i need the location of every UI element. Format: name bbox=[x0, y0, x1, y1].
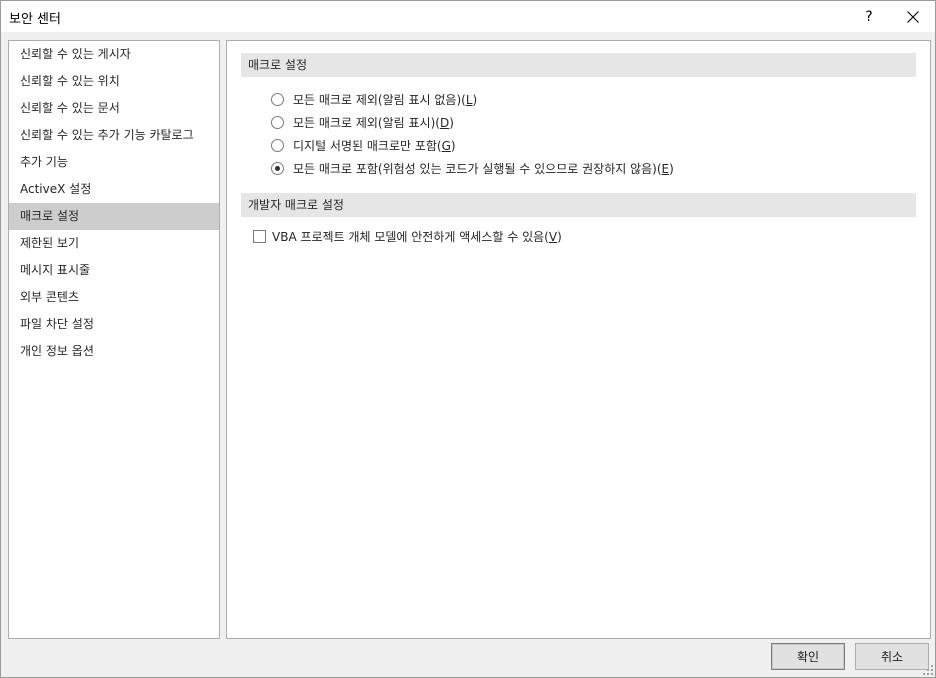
sidebar-item-trusted-documents[interactable]: 신뢰할 수 있는 문서 bbox=[9, 95, 219, 122]
sidebar-item-trusted-addin-catalogs[interactable]: 신뢰할 수 있는 추가 기능 카탈로그 bbox=[9, 122, 219, 149]
sidebar-item-protected-view[interactable]: 제한된 보기 bbox=[9, 230, 219, 257]
radio-button[interactable] bbox=[271, 115, 284, 129]
option-label: 모든 매크로 포함(위험성 있는 코드가 실행될 수 있으므로 권장하지 않음)… bbox=[293, 161, 674, 176]
vba-access-checkbox-row[interactable]: VBA 프로젝트 개체 모델에 안전하게 액세스할 수 있음(V) bbox=[253, 226, 562, 246]
sidebar-item-trusted-locations[interactable]: 신뢰할 수 있는 위치 bbox=[9, 68, 219, 95]
settings-panel: 매크로 설정 모든 매크로 제외(알림 표시 없음)(L) 모든 매크로 제외(… bbox=[226, 40, 931, 639]
option-label: 모든 매크로 제외(알림 표시 없음)(L) bbox=[293, 92, 478, 107]
close-icon bbox=[907, 10, 919, 23]
sidebar-item-addins[interactable]: 추가 기능 bbox=[9, 149, 219, 176]
trust-center-dialog: 보안 센터 ? 신뢰할 수 있는 게시자 신뢰할 수 있는 위치 신뢰할 수 있… bbox=[0, 0, 936, 678]
radio-enable-all-macros[interactable]: 모든 매크로 포함(위험성 있는 코드가 실행될 수 있으므로 권장하지 않음)… bbox=[271, 158, 674, 178]
radio-disable-with-notification[interactable]: 모든 매크로 제외(알림 표시)(D) bbox=[271, 112, 454, 132]
option-label: 디지털 서명된 매크로만 포함(G) bbox=[293, 138, 456, 153]
sidebar-item-trusted-publishers[interactable]: 신뢰할 수 있는 게시자 bbox=[9, 41, 219, 68]
help-button[interactable]: ? bbox=[847, 1, 891, 32]
checkbox[interactable] bbox=[253, 229, 266, 243]
sidebar-item-macro-settings[interactable]: 매크로 설정 bbox=[9, 203, 219, 230]
radio-disable-no-notification[interactable]: 모든 매크로 제외(알림 표시 없음)(L) bbox=[271, 89, 477, 109]
checkbox-label: VBA 프로젝트 개체 모델에 안전하게 액세스할 수 있음(V) bbox=[272, 229, 562, 244]
close-button[interactable] bbox=[891, 1, 935, 32]
sidebar-item-message-bar[interactable]: 메시지 표시줄 bbox=[9, 257, 219, 284]
radio-button[interactable] bbox=[271, 138, 284, 152]
cancel-button[interactable]: 취소 bbox=[855, 643, 929, 670]
sidebar-item-privacy-options[interactable]: 개인 정보 옵션 bbox=[9, 338, 219, 365]
title-bar: 보안 센터 ? bbox=[1, 1, 935, 32]
ok-button[interactable]: 확인 bbox=[771, 643, 845, 670]
category-sidebar: 신뢰할 수 있는 게시자 신뢰할 수 있는 위치 신뢰할 수 있는 문서 신뢰할… bbox=[8, 40, 220, 639]
macro-settings-header: 매크로 설정 bbox=[241, 53, 916, 77]
developer-macro-settings-header: 개발자 매크로 설정 bbox=[241, 193, 916, 217]
radio-digitally-signed-only[interactable]: 디지털 서명된 매크로만 포함(G) bbox=[271, 135, 456, 155]
option-label: 모든 매크로 제외(알림 표시)(D) bbox=[293, 115, 454, 130]
radio-button-selected[interactable] bbox=[271, 161, 284, 175]
window-title: 보안 센터 bbox=[9, 12, 61, 27]
resize-grip-icon[interactable] bbox=[923, 665, 933, 675]
radio-button[interactable] bbox=[271, 92, 284, 106]
sidebar-item-file-block[interactable]: 파일 차단 설정 bbox=[9, 311, 219, 338]
sidebar-item-activex[interactable]: ActiveX 설정 bbox=[9, 176, 219, 203]
sidebar-item-external-content[interactable]: 외부 콘텐츠 bbox=[9, 284, 219, 311]
